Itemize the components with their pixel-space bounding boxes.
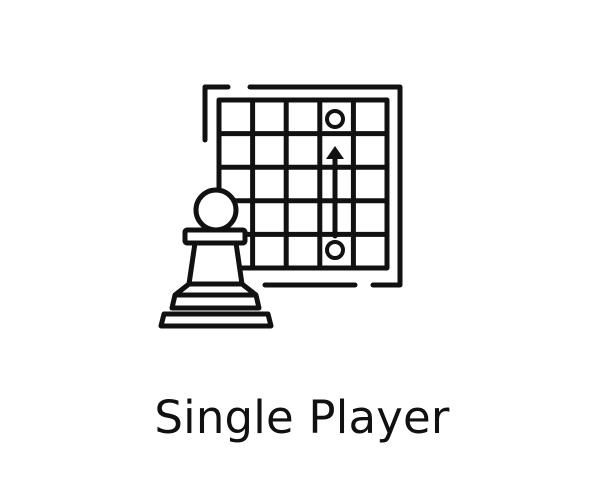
mode-title: Single Player	[154, 391, 450, 444]
single-player-mode-button[interactable]: Single Player	[0, 0, 604, 500]
chess-board-pawn-icon	[158, 84, 403, 329]
